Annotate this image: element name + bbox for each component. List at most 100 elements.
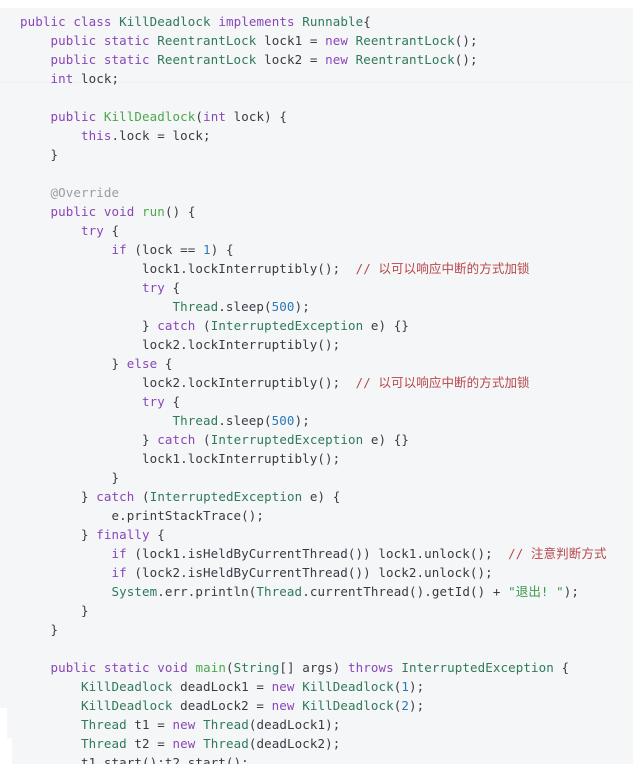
code-token-typ: ReentrantLock [157,33,257,48]
code-token-cmt: // 以可以响应中断的方式加锁 [355,261,530,276]
code-token-num: 500 [271,299,295,314]
code-token-kw: new [172,736,204,751]
code-token-typ: ReentrantLock [355,52,455,67]
code-token-pl: lock1 = [256,33,326,48]
code-token-mth: KillDeadlock [103,109,196,124]
code-token-kw: new [325,33,356,48]
code-token-kw: public [50,109,104,124]
code-token-typ: Thread [203,717,249,732]
code-token-kw: try [142,394,165,409]
code-line: } catch (InterruptedException e) {} [20,430,633,449]
code-token-typ: Thread [172,413,219,428]
code-token-kw: new [172,717,204,732]
gutter-notch-lower [0,738,12,764]
code-token-kw: catch [96,489,135,504]
code-line: System.err.println(Thread.currentThread(… [20,582,633,601]
code-token-kw: int [50,71,74,86]
code-token-pl: { [363,14,371,29]
code-token-pl: } [81,527,97,542]
code-token-pl: e) {} [363,318,409,333]
code-token-num: 1 [203,242,211,257]
code-token-kw: static [103,33,158,48]
code-line: public KillDeadlock(int lock) { [20,107,633,126]
code-token-typ: KillDeadlock [81,698,173,713]
code-token-kw: implements [218,14,295,29]
code-line: public static ReentrantLock lock1 = new … [20,31,633,50]
code-token-pl: ( [195,432,211,447]
code-token-typ: Thread [172,299,219,314]
code-line: } finally { [20,525,633,544]
code-token-kw: if [111,242,127,257]
code-token-pl: } [142,318,158,333]
code-line: public static ReentrantLock lock2 = new … [20,50,633,69]
code-token-num: 2 [401,698,409,713]
code-token-pl: lock2 = [256,52,326,67]
code-surface[interactable]: public class KillDeadlock implements Run… [0,8,633,764]
code-line: t1.start();t2.start(); [20,753,633,764]
code-token-pl: (lock == [126,242,204,257]
code-token-pl: (); [454,33,478,48]
code-token-num: 1 [401,679,409,694]
code-token-pl: t1 = [126,717,173,732]
code-token-pl: } [111,356,127,371]
code-token-pl: .sleep( [218,413,272,428]
code-token-pl: (lock2.isHeldByCurrentThread()) lock2.un… [126,565,493,580]
code-token-typ: InterruptedException [210,318,364,333]
code-line: @Override [20,183,633,202]
code-token-str: "退出! " [508,584,564,599]
code-line: } [20,468,633,487]
code-line: public static void main(String[] args) t… [20,658,633,677]
code-line: lock2.lockInterruptibly(); // 以可以响应中断的方式… [20,373,633,392]
code-token-kw: public [50,204,104,219]
code-line: Thread t2 = new Thread(deadLock2); [20,734,633,753]
code-line: } [20,601,633,620]
code-token-pl: t2 = [126,736,173,751]
code-token-pl: ); [294,299,310,314]
code-token-pl: { [164,394,181,409]
code-block: public class KillDeadlock implements Run… [0,0,633,764]
code-token-pl: } [142,432,158,447]
code-line: Thread.sleep(500); [20,411,633,430]
code-token-pl: ( [195,109,204,124]
code-line: } [20,145,633,164]
code-token-typ: KillDeadlock [81,679,173,694]
code-token-pl: lock2.lockInterruptibly(); [142,337,341,352]
code-token-pl: ( [195,318,211,333]
code-token-typ: ReentrantLock [157,52,257,67]
code-token-kw: finally [96,527,150,542]
code-token-pl: { [157,356,173,371]
code-line: KillDeadlock deadLock2 = new KillDeadloc… [20,696,633,715]
code-token-ann: @Override [50,185,120,200]
code-token-pl: } [111,470,120,485]
code-token-typ: InterruptedException [401,660,554,675]
code-token-kw: new [325,52,356,67]
gutter-notch-upper [0,708,7,738]
code-line: this.lock = lock; [20,126,633,145]
code-line: if (lock1.isHeldByCurrentThread()) lock1… [20,544,633,563]
code-token-pl: { [149,527,165,542]
code-token-kw: catch [157,318,196,333]
code-token-pl: ( [134,489,150,504]
code-line: } catch (InterruptedException e) { [20,487,633,506]
